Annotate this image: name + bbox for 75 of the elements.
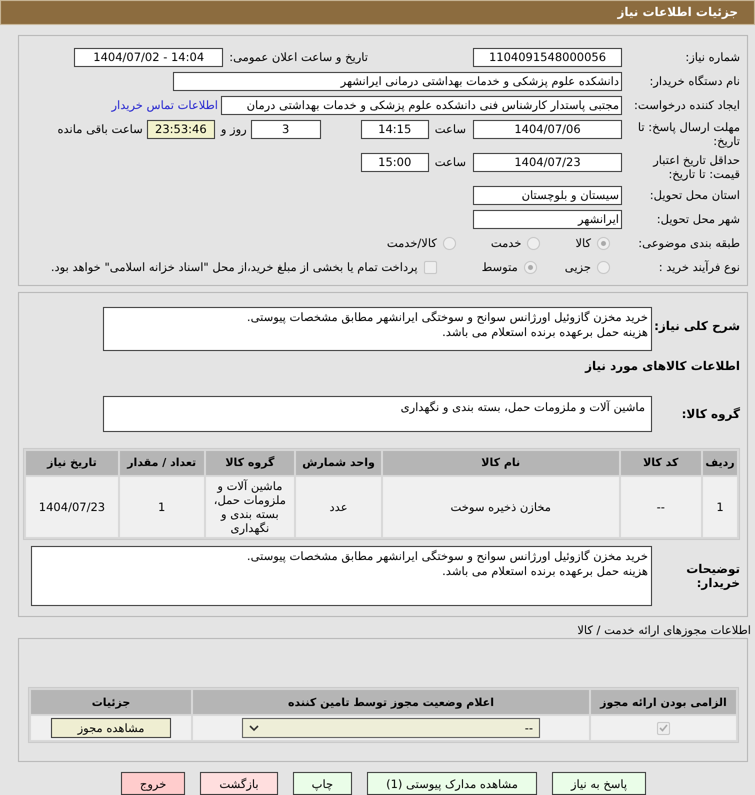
goods-group-text: ماشین آلات و ملزومات حمل، بسته بندی و نگهداری: [103, 396, 652, 432]
payment-label: پرداخت تمام یا بخشی از مبلغ خرید،از محل "اسناد خزانه اسلامی" خواهد بود.: [50, 260, 418, 274]
status-dropdown[interactable]: --: [242, 718, 540, 738]
column-header: کد کالا: [620, 450, 702, 474]
checkbox[interactable]: [657, 722, 670, 734]
radio-label: کالا/خدمت: [386, 236, 437, 250]
column-header: اعلام وضعیت مجوز توسط تامین کننده: [193, 690, 589, 714]
city-field: ایرانشهر: [473, 210, 622, 228]
action-button[interactable]: مشاهده مدارک پیوستی (1): [367, 772, 537, 795]
page-title: جزئیات اطلاعات نیاز: [617, 5, 738, 20]
column-header: تعداد / مقدار: [120, 450, 204, 474]
validity-date-field: 1404/07/23: [473, 152, 622, 172]
field-label: مهلت ارسال پاسخ: تا تاریخ:: [636, 120, 741, 148]
field-label: طبقه بندی موضوعی:: [637, 236, 741, 250]
radio-button[interactable]: [597, 236, 610, 250]
remaining-time-field: 23:53:46: [146, 120, 215, 138]
field-label: نوع فرآیند خرید :: [658, 260, 741, 274]
radio-button[interactable]: [527, 236, 540, 250]
field-label: ایجاد کننده درخواست:: [633, 98, 741, 112]
field-label: شماره نیاز:: [684, 50, 741, 64]
announce-date-field: 1404/07/02 - 14:04: [74, 48, 224, 66]
radio-button[interactable]: [442, 236, 456, 250]
column-header: نام کالا: [382, 450, 618, 474]
column-header: گروه کالا: [206, 450, 294, 474]
column-header: واحد شمارش: [296, 450, 381, 474]
deadline-time-field: 14:15: [360, 120, 429, 138]
buyer-contact-link[interactable]: اطلاعات تماس خریدار: [111, 98, 218, 112]
field-label: تاریخ و ساعت اعلان عمومی:: [229, 50, 368, 64]
table-cell: 1404/07/23: [26, 476, 118, 536]
section-heading: اطلاعات کالاهای مورد نیاز: [585, 359, 741, 373]
field-label: شرح کلی نیاز:: [653, 318, 741, 332]
need-number-field: 1104091548000056: [473, 48, 622, 66]
action-button[interactable]: چاپ: [292, 772, 352, 795]
field-label: گروه کالا:: [680, 406, 741, 420]
column-header: ردیف: [703, 450, 737, 474]
table-cell: ماشین آلات و ملزومات حمل، بسته بندی و نگهداری: [206, 476, 294, 536]
buyer-field: دانشکده علوم پزشکی و خدمات بهداشتی درمانی ایرانشهر: [173, 72, 622, 90]
radio-label: جزیی: [564, 260, 591, 274]
table-cell: مخازن ذخیره سوخت: [382, 476, 618, 536]
chevron-down-icon: [249, 724, 259, 732]
field-label: استان محل تحویل:: [648, 188, 741, 202]
checkmark-icon: [659, 724, 668, 732]
field-label: حداقل تاریخ اعتبار قیمت: تا تاریخ:: [652, 152, 741, 180]
view-permit-button[interactable]: مشاهده مجوز: [51, 718, 171, 738]
checkbox[interactable]: [424, 260, 437, 274]
table-cell: عدد: [296, 476, 381, 536]
table-cell: --: [620, 476, 702, 536]
radio-label: خدمت: [490, 236, 522, 250]
table-cell: 1: [120, 476, 204, 536]
column-header: تاریخ نیاز: [26, 450, 118, 474]
creator-field: مجتبی پاستدار کارشناس فنی دانشکده علوم پزشکی و خدمات بهداشتی درمان: [221, 96, 622, 114]
time-label: ساعت: [434, 154, 466, 170]
validity-time-field: 15:00: [360, 152, 429, 172]
action-button[interactable]: خروج: [120, 772, 186, 795]
days-field: 3: [250, 120, 321, 138]
days-label: روز و: [220, 120, 247, 138]
radio-button[interactable]: [597, 260, 610, 274]
radio-button[interactable]: [524, 260, 537, 274]
action-button[interactable]: پاسخ به نیاز: [552, 772, 646, 795]
radio-label: کالا: [575, 236, 591, 250]
province-field: سیستان و بلوچستان: [473, 186, 622, 204]
description-text: خرید مخزن گازوئیل اورژانس سوانح و سوختگی ایرانشهر مطابق مشخصات پیوستی. هزینه حمل برعهده برنده استعلام می باشد.: [103, 306, 652, 350]
time-label: ساعت: [434, 120, 466, 138]
column-header: جزئیات: [31, 690, 191, 714]
remaining-label: ساعت باقی مانده: [58, 120, 143, 138]
action-button[interactable]: بازگشت: [200, 772, 278, 795]
deadline-date-field: 1404/07/06: [473, 120, 622, 138]
column-header: الزامی بودن ارائه مجوز: [591, 690, 736, 714]
radio-label: متوسط: [482, 260, 518, 274]
field-label: نام دستگاه خریدار:: [648, 74, 741, 88]
section-heading: اطلاعات مجوزهای ارائه خدمت / کالا: [577, 623, 751, 638]
field-label: شهر محل تحویل:: [656, 212, 741, 226]
table-cell: 1: [703, 476, 737, 536]
field-label: توضیحات خریدار:: [685, 562, 741, 590]
buyer-notes-text: خرید مخزن گازوئیل اورژانس سوانح و سوختگی ایرانشهر مطابق مشخصات پیوستی. هزینه حمل برعهده برنده استعلام می باشد.: [31, 546, 652, 606]
